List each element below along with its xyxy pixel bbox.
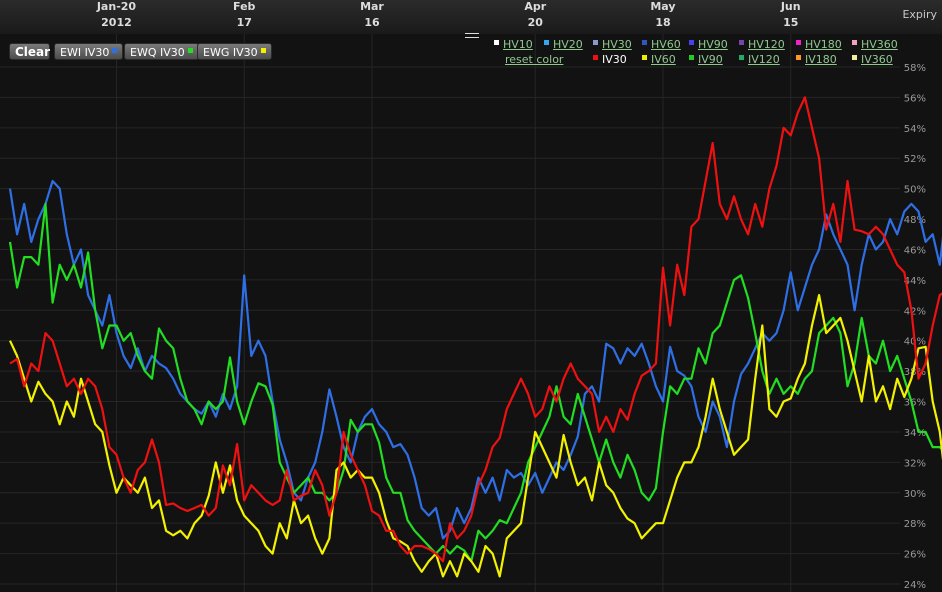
legend-swatch-icon xyxy=(642,54,647,60)
series-line-ewi-iv30 xyxy=(8,179,942,540)
legend-label: IV120 xyxy=(748,53,780,66)
legend-swatch-icon xyxy=(593,54,598,60)
month-sub-label: 18 xyxy=(655,16,670,29)
month-sub-label: 17 xyxy=(237,16,252,29)
iv-legend-row: reset color IV30 IV60 IV90 IV120 IV180 IV360 xyxy=(494,53,904,67)
ewg-iv30-label: EWG IV30 xyxy=(203,46,258,59)
y-tick-label: 34% xyxy=(904,428,926,439)
series-lines xyxy=(8,96,942,578)
y-tick-label: 32% xyxy=(904,458,926,469)
legend-swatch-icon xyxy=(544,39,549,45)
legend-item-hv120[interactable]: HV120 xyxy=(739,38,785,51)
series-line-ewg-iv30 xyxy=(9,294,942,578)
month-sub-label: 2012 xyxy=(101,16,132,29)
series-line-iv30 xyxy=(9,96,942,563)
legend-item-hv20[interactable]: HV20 xyxy=(544,38,583,51)
y-tick-label: 24% xyxy=(904,580,926,591)
legend-swatch-icon xyxy=(739,39,744,45)
y-axis-ticks: 24%26%28%30%32%34%36%38%40%42%44%46%48%5… xyxy=(904,63,926,591)
legend-item-hv90[interactable]: HV90 xyxy=(689,38,728,51)
y-tick-label: 28% xyxy=(904,519,926,530)
iv30-line-chart: Jan-20 2012 Feb 17 Mar 16 Apr 20 May 18 Jun 15 24% 2… xyxy=(0,0,942,592)
hv-legend-row: HV10 HV20 HV30 HV60 HV90 HV120 HV180 HV360 xyxy=(494,38,904,52)
legend-item-iv90[interactable]: IV90 xyxy=(689,53,723,66)
legend-label: IV30 xyxy=(602,53,627,66)
legend-item-iv60[interactable]: IV60 xyxy=(642,53,676,66)
legend-label: HV360 xyxy=(861,38,898,51)
month-sub-label: 16 xyxy=(364,16,380,29)
grid-lines xyxy=(0,34,900,592)
drag-handle-icon[interactable] xyxy=(465,33,479,38)
y-tick-label: 52% xyxy=(904,154,926,165)
legend-swatch-icon xyxy=(642,39,647,45)
month-label: Feb xyxy=(233,0,256,13)
legend-item-iv360[interactable]: IV360 xyxy=(852,53,893,66)
legend-label: HV120 xyxy=(748,38,785,51)
y-tick-label: 26% xyxy=(904,550,926,561)
legend-swatch-icon xyxy=(494,39,499,45)
y-tick-label: 54% xyxy=(904,124,926,135)
legend-item-hv180[interactable]: HV180 xyxy=(796,38,842,51)
clear-button[interactable]: Clear xyxy=(9,43,50,60)
legend-item-hv60[interactable]: HV60 xyxy=(642,38,681,51)
month-label: May xyxy=(650,0,675,13)
y-tick-label: 36% xyxy=(904,398,926,409)
legend-label: HV30 xyxy=(602,38,632,51)
ewg-color-swatch-icon xyxy=(260,47,266,53)
y-tick-label: 56% xyxy=(904,93,926,104)
legend-label: HV10 xyxy=(503,38,533,51)
legend-swatch-icon xyxy=(796,54,801,60)
legend-swatch-icon xyxy=(739,54,744,60)
legend-item-hv30[interactable]: HV30 xyxy=(593,38,632,51)
legend-swatch-icon xyxy=(689,39,694,45)
month-label: Jun xyxy=(780,0,801,13)
legend-swatch-icon xyxy=(689,54,694,60)
legend-swatch-icon xyxy=(593,39,598,45)
reset-color-link[interactable]: reset color xyxy=(505,53,563,66)
month-sub-label: 15 xyxy=(783,16,798,29)
y-tick-label: 48% xyxy=(904,215,926,226)
month-label: Apr xyxy=(524,0,546,13)
legend-label: IV60 xyxy=(651,53,676,66)
legend-label: HV20 xyxy=(553,38,583,51)
legend-swatch-icon xyxy=(852,54,857,60)
legend-label: IV90 xyxy=(698,53,723,66)
series-line-ewq-iv30 xyxy=(8,202,942,563)
legend-label: HV90 xyxy=(698,38,728,51)
month-label: Jan-20 xyxy=(96,0,137,13)
y-tick-label: 46% xyxy=(904,245,926,256)
ewi-iv30-toggle-button[interactable]: EWI IV30 xyxy=(54,43,124,60)
legend-item-iv30[interactable]: IV30 xyxy=(593,53,627,66)
legend-label: IV360 xyxy=(861,53,893,66)
y-tick-label: 58% xyxy=(904,63,926,74)
month-label: Mar xyxy=(360,0,384,13)
legend-item-hv10[interactable]: HV10 xyxy=(494,38,533,51)
y-tick-label: 30% xyxy=(904,489,926,500)
ewi-iv30-label: EWI IV30 xyxy=(60,46,110,59)
ewq-color-swatch-icon xyxy=(187,47,193,53)
month-sub-label: 20 xyxy=(528,16,544,29)
legend-item-iv120[interactable]: IV120 xyxy=(739,53,780,66)
legend-label: IV180 xyxy=(805,53,837,66)
ewq-iv30-toggle-button[interactable]: EWQ IV30 xyxy=(124,43,199,60)
ewq-iv30-label: EWQ IV30 xyxy=(130,46,185,59)
legend-swatch-icon xyxy=(796,39,801,45)
legend-label: HV180 xyxy=(805,38,842,51)
ewi-color-swatch-icon xyxy=(112,47,118,53)
y-tick-label: 50% xyxy=(904,185,926,196)
legend-label: HV60 xyxy=(651,38,681,51)
legend-item-iv180[interactable]: IV180 xyxy=(796,53,837,66)
ewg-iv30-toggle-button[interactable]: EWG IV30 xyxy=(197,43,272,60)
expiry-month-labels: Jan-20 2012 Feb 17 Mar 16 Apr 20 May 18 Jun 15 xyxy=(96,0,801,29)
expiry-label: Expiry xyxy=(902,8,937,21)
y-tick-label: 42% xyxy=(904,306,926,317)
legend-swatch-icon xyxy=(852,39,857,45)
legend-item-hv360[interactable]: HV360 xyxy=(852,38,898,51)
